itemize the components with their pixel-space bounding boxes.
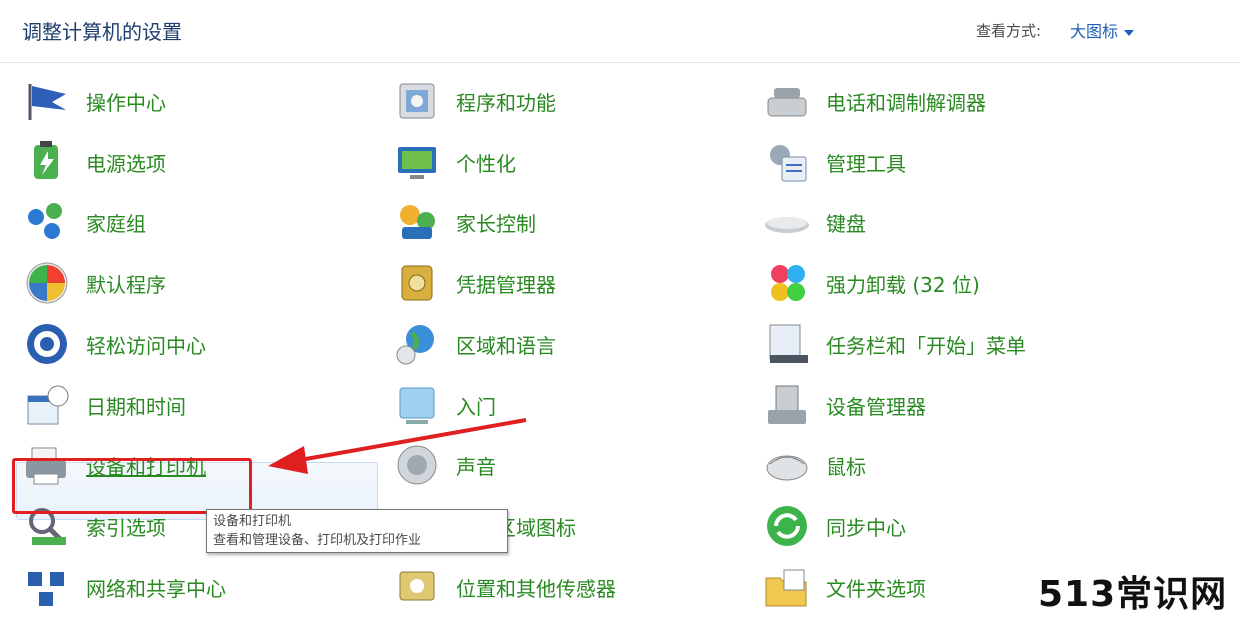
item-label: 声音 bbox=[456, 454, 496, 479]
control-panel-grid: Windows UpdateWindows 防火墙备份和还原操作中心程序和功能电… bbox=[0, 0, 1240, 618]
item-label: 文件夹选项 bbox=[826, 576, 926, 601]
getting-started-icon bbox=[399, 387, 435, 424]
item-label: 电源选项 bbox=[86, 151, 166, 176]
control-panel-item-12[interactable]: 默认程序 bbox=[22, 258, 166, 308]
item-label: 凭据管理器 bbox=[456, 272, 556, 297]
default-programs-icon bbox=[26, 262, 68, 304]
action-center-flag-icon bbox=[28, 84, 66, 120]
uninstaller-clover-icon bbox=[771, 265, 805, 301]
keyboard-icon bbox=[765, 217, 809, 233]
folder-options-icon bbox=[765, 569, 807, 607]
control-panel-item-27[interactable]: 网络和共享中心 bbox=[22, 562, 226, 612]
control-panel-item-5[interactable]: 电话和调制解调器 bbox=[762, 76, 986, 126]
tooltip-description: 查看和管理设备、打印机及打印作业 bbox=[213, 533, 422, 548]
item-label: 默认程序 bbox=[86, 272, 166, 297]
item-label: 网络和共享中心 bbox=[86, 576, 226, 601]
control-panel-item-22[interactable]: 声音 bbox=[392, 440, 496, 490]
control-panel-item-14[interactable]: 强力卸载 (32 位) bbox=[762, 258, 980, 308]
sound-speaker-icon bbox=[397, 445, 437, 485]
device-manager-icon bbox=[768, 385, 806, 424]
highlight-box bbox=[12, 458, 252, 514]
admin-tools-icon bbox=[770, 145, 807, 182]
personalization-icon bbox=[398, 147, 436, 179]
item-label: 任务栏和「开始」菜单 bbox=[826, 333, 1026, 358]
chevron-down-icon bbox=[1124, 29, 1135, 36]
item-label: 个性化 bbox=[456, 151, 516, 176]
control-panel-item-13[interactable]: 凭据管理器 bbox=[392, 258, 556, 308]
page-title: 调整计算机的设置 bbox=[22, 20, 182, 44]
parental-controls-icon bbox=[400, 205, 435, 239]
control-panel-item-6[interactable]: 电源选项 bbox=[22, 137, 166, 187]
item-label: 强力卸载 (32 位) bbox=[826, 272, 980, 297]
view-by-value: 大图标 bbox=[1070, 22, 1119, 41]
item-label: 设备管理器 bbox=[826, 394, 926, 419]
control-panel-item-28[interactable]: 位置和其他传感器 bbox=[392, 562, 616, 612]
control-panel-item-15[interactable]: 轻松访问中心 bbox=[22, 319, 206, 369]
item-label: 同步中心 bbox=[826, 515, 906, 540]
credential-manager-icon bbox=[401, 265, 433, 301]
tooltip: 设备和打印机 查看和管理设备、打印机及打印作业 bbox=[206, 509, 508, 553]
phone-modem-icon bbox=[767, 88, 807, 117]
watermark: 513常识网 bbox=[1038, 574, 1228, 615]
ease-of-access-icon bbox=[27, 324, 67, 364]
item-label: 位置和其他传感器 bbox=[456, 576, 616, 601]
item-label: 家长控制 bbox=[456, 211, 536, 236]
item-label: 鼠标 bbox=[826, 454, 866, 479]
control-panel-item-19[interactable]: 入门 bbox=[392, 380, 496, 430]
mouse-icon bbox=[766, 455, 808, 481]
control-panel-item-16[interactable]: 区域和语言 bbox=[392, 319, 556, 369]
item-label: 日期和时间 bbox=[86, 394, 186, 419]
header: 调整计算机的设置 查看方式: 大图标 bbox=[0, 0, 1240, 63]
power-options-icon bbox=[34, 141, 58, 179]
control-panel-item-4[interactable]: 程序和功能 bbox=[392, 76, 556, 126]
region-language-globe-icon bbox=[396, 325, 434, 365]
view-by-label: 查看方式: bbox=[976, 22, 1042, 40]
control-panel-item-11[interactable]: 键盘 bbox=[762, 197, 866, 247]
date-time-icon bbox=[27, 385, 69, 425]
item-label: 键盘 bbox=[826, 211, 866, 236]
control-panel-item-7[interactable]: 个性化 bbox=[392, 137, 516, 187]
tooltip-title: 设备和打印机 bbox=[213, 514, 292, 529]
view-by-dropdown[interactable]: 大图标 bbox=[1070, 18, 1135, 42]
taskbar-start-menu-icon bbox=[769, 324, 808, 363]
control-panel-item-29[interactable]: 文件夹选项 bbox=[762, 562, 926, 612]
item-label: 操作中心 bbox=[86, 90, 166, 115]
control-panel-item-18[interactable]: 日期和时间 bbox=[22, 380, 186, 430]
control-panel-item-8[interactable]: 管理工具 bbox=[762, 137, 906, 187]
item-label: 电话和调制解调器 bbox=[826, 90, 986, 115]
item-label: 管理工具 bbox=[826, 151, 906, 176]
location-sensors-icon bbox=[399, 571, 435, 601]
control-panel-item-9[interactable]: 家庭组 bbox=[22, 197, 146, 247]
item-label: 区域和语言 bbox=[456, 333, 556, 358]
control-panel-item-23[interactable]: 鼠标 bbox=[762, 440, 866, 490]
homegroup-icon bbox=[28, 203, 62, 239]
item-label: 程序和功能 bbox=[456, 90, 556, 115]
item-label: 索引选项 bbox=[86, 515, 166, 540]
item-label: 入门 bbox=[456, 394, 496, 419]
item-label: 家庭组 bbox=[86, 211, 146, 236]
control-panel-item-17[interactable]: 任务栏和「开始」菜单 bbox=[762, 319, 1026, 369]
control-panel-item-20[interactable]: 设备管理器 bbox=[762, 380, 926, 430]
control-panel-item-10[interactable]: 家长控制 bbox=[392, 197, 536, 247]
control-panel-item-26[interactable]: 同步中心 bbox=[762, 501, 906, 551]
network-sharing-icon bbox=[28, 572, 64, 606]
programs-features-icon bbox=[399, 83, 435, 119]
sync-center-icon bbox=[767, 506, 807, 546]
item-label: 轻松访问中心 bbox=[86, 333, 206, 358]
control-panel-item-3[interactable]: 操作中心 bbox=[22, 76, 166, 126]
